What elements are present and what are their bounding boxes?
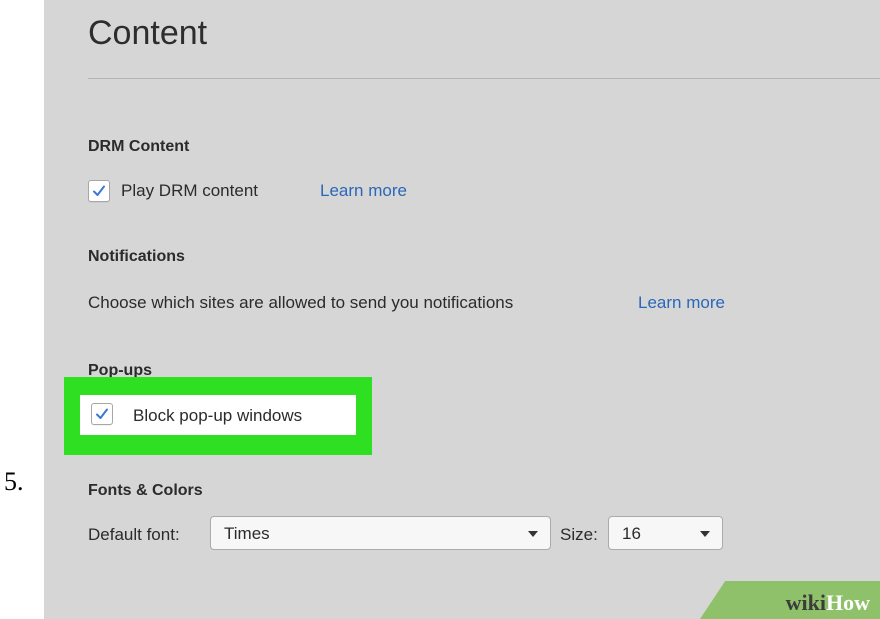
wikihow-watermark: wikiHow xyxy=(700,581,880,619)
drm-learn-more-link[interactable]: Learn more xyxy=(320,181,407,201)
notifications-learn-more-link[interactable]: Learn more xyxy=(638,293,725,313)
play-drm-checkbox[interactable] xyxy=(88,180,110,202)
content-settings-panel: Content DRM Content Play DRM content Lea… xyxy=(44,0,880,619)
step-number: 5. xyxy=(4,467,24,496)
drm-section-title: DRM Content xyxy=(88,138,190,155)
size-label: Size: xyxy=(560,525,598,544)
block-popups-label: Block pop-up windows xyxy=(133,406,303,425)
font-size-select[interactable]: 16 xyxy=(608,516,723,550)
wikihow-logo: wikiHow xyxy=(785,590,870,615)
notifications-section-title: Notifications xyxy=(88,248,185,265)
default-font-label: Default font: xyxy=(88,525,180,544)
play-drm-label: Play DRM content xyxy=(121,181,258,200)
page-title: Content xyxy=(88,14,208,52)
font-size-value: 16 xyxy=(622,524,641,543)
default-font-value: Times xyxy=(224,524,270,543)
block-popups-checkbox[interactable] xyxy=(91,403,113,425)
popups-section-title: Pop-ups xyxy=(88,362,152,377)
checkmark-icon xyxy=(93,185,105,196)
dropdown-arrow-icon xyxy=(528,531,538,537)
title-divider xyxy=(88,78,880,79)
fonts-section-title: Fonts & Colors xyxy=(88,482,203,499)
checkmark-icon xyxy=(96,408,108,419)
notifications-description: Choose which sites are allowed to send y… xyxy=(88,293,514,312)
dropdown-arrow-icon xyxy=(700,531,710,537)
default-font-select[interactable]: Times xyxy=(210,516,551,550)
